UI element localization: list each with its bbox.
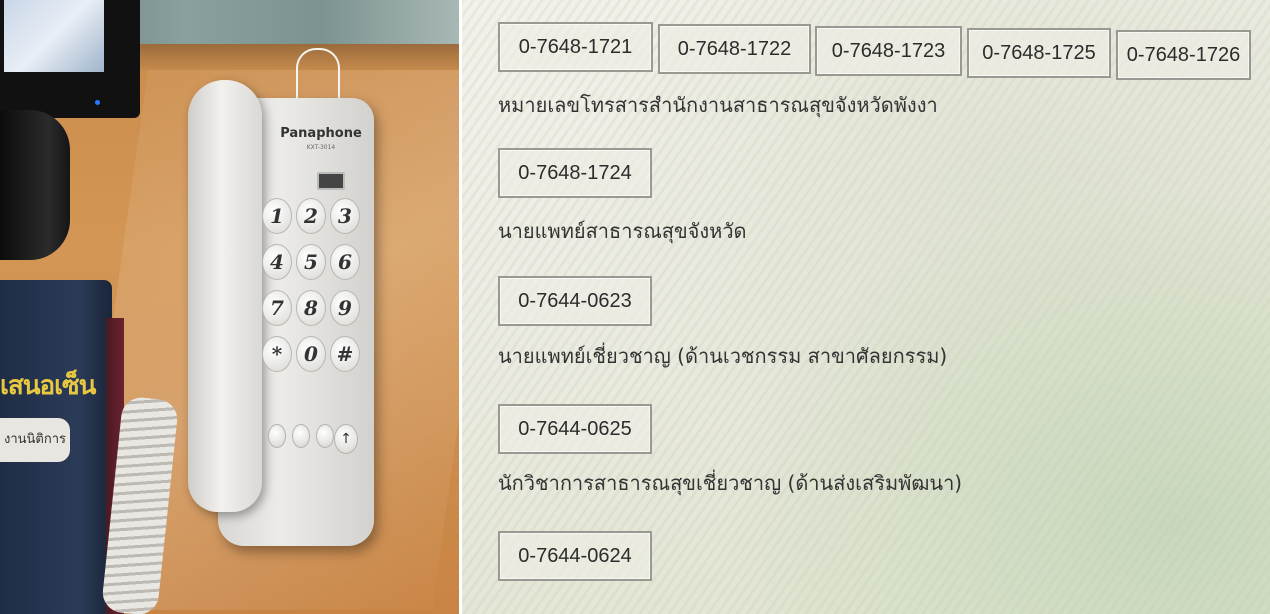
- pause-key: [292, 424, 310, 448]
- key-9: 9: [330, 290, 360, 326]
- key-6: 6: [330, 244, 360, 280]
- folder-label: งานนิติการ: [0, 418, 70, 462]
- entry-label: นายแพทย์เชี่ยวชาญ (ด้านเวชกรรม สาขาศัลยก…: [498, 344, 948, 368]
- key-5: 5: [296, 244, 326, 280]
- screen-photo: 0-7648-1721 0-7648-1722 0-7648-1723 0-76…: [462, 0, 1270, 614]
- redial-arrow-icon: ↑: [334, 424, 358, 454]
- mute-key: [268, 424, 286, 448]
- key-1: 1: [262, 198, 292, 234]
- phone-keypad: 1 2 3 4 5 6 7 8 9 * 0 #: [262, 198, 362, 372]
- phone-number-box: 0-7648-1721: [498, 22, 653, 72]
- key-0: 0: [296, 336, 326, 372]
- key-7: 7: [262, 290, 292, 326]
- phone-model: KXT-3014: [306, 144, 336, 151]
- phone-brand: Panaphone: [280, 126, 362, 141]
- phone-number-box: 0-7648-1723: [815, 26, 962, 76]
- monitor-screen: [4, 0, 104, 72]
- entry-label: นายแพทย์สาธารณสุขจังหวัด: [498, 219, 747, 243]
- key-3: 3: [330, 198, 360, 234]
- desk-phone-photo: เสนอเซ็น งานนิติการ Panaphone KXT-3014 1…: [0, 0, 459, 614]
- key-2: 2: [296, 198, 326, 234]
- phone-number-box: 0-7648-1724: [498, 148, 652, 198]
- power-led-icon: [95, 100, 100, 105]
- monitor-stand: [0, 110, 70, 260]
- computer-monitor: [0, 0, 140, 118]
- flash-key: [316, 424, 334, 448]
- memo-slot: [317, 172, 345, 190]
- phone-number-box: 0-7644-0625: [498, 404, 652, 454]
- phone-number-box: 0-7644-0624: [498, 531, 652, 581]
- key-star: *: [262, 336, 292, 372]
- key-4: 4: [262, 244, 292, 280]
- key-hash: #: [330, 336, 360, 372]
- function-keys: [268, 424, 334, 448]
- phone-number-box: 0-7648-1726: [1116, 30, 1251, 80]
- phone-number-box: 0-7648-1725: [967, 28, 1111, 78]
- folder-title: เสนอเซ็น: [0, 371, 96, 401]
- key-8: 8: [296, 290, 326, 326]
- telephone-handset: [188, 80, 262, 512]
- phone-number-box: 0-7644-0623: [498, 276, 652, 326]
- entry-label: นักวิชาการสาธารณสุขเชี่ยวชาญ (ด้านส่งเสร…: [498, 471, 963, 495]
- phone-number-box: 0-7648-1722: [658, 24, 811, 74]
- fax-label: หมายเลขโทรสารสำนักงานสาธารณสุขจังหวัดพัง…: [498, 93, 938, 117]
